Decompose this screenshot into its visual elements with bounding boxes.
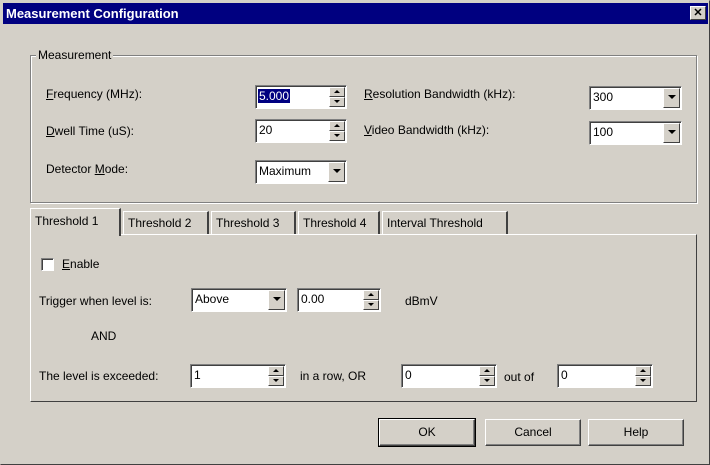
- dwell-time-spinner[interactable]: 20: [255, 119, 347, 143]
- dwell-time-label: Dwell Time (uS):: [46, 124, 135, 138]
- help-button[interactable]: Help: [588, 419, 684, 446]
- tab-threshold-3[interactable]: Threshold 3: [211, 211, 296, 234]
- out-of-spin-buttons[interactable]: [635, 366, 651, 386]
- close-button[interactable]: ✕: [690, 6, 706, 20]
- in-a-row-label: in a row, OR: [300, 369, 367, 383]
- trigger-mode-select[interactable]: Above: [191, 288, 287, 312]
- out-of-spinner[interactable]: 0: [557, 364, 653, 388]
- exceeded-label: The level is exceeded:: [39, 369, 159, 383]
- out-of-down-arrow-icon[interactable]: [635, 376, 651, 386]
- tab-threshold-4[interactable]: Threshold 4: [298, 211, 380, 234]
- out-of-value[interactable]: 0: [561, 368, 568, 382]
- detector-mode-label: Detector Mode:: [46, 162, 129, 176]
- resolution-bandwidth-value[interactable]: 300: [593, 90, 613, 104]
- tab-interval-threshold[interactable]: Interval Threshold: [382, 211, 508, 234]
- level-up-arrow-icon[interactable]: [363, 290, 379, 300]
- frequency-value[interactable]: 5.000: [258, 89, 291, 103]
- detector-mode-value[interactable]: Maximum: [259, 164, 311, 178]
- dwell-time-up-arrow-icon[interactable]: [329, 121, 345, 131]
- exceeded-count-value[interactable]: 1: [194, 368, 201, 382]
- trigger-label: Trigger when level is:: [39, 294, 152, 308]
- frequency-spinner[interactable]: 5.000: [255, 85, 347, 109]
- frequency-spin-buttons[interactable]: [329, 87, 345, 107]
- ok-button[interactable]: OK: [378, 418, 476, 447]
- measurement-configuration-dialog: Measurement Configuration ✕ Measurement …: [0, 0, 710, 465]
- cancel-button[interactable]: Cancel: [485, 419, 581, 446]
- dialog-title: Measurement Configuration: [6, 6, 179, 21]
- count-up-arrow-icon[interactable]: [479, 366, 495, 376]
- enable-checkbox[interactable]: [41, 258, 54, 271]
- count-down-arrow-icon[interactable]: [479, 376, 495, 386]
- measurement-group-label: Measurement: [36, 48, 114, 62]
- level-unit-label: dBmV: [405, 294, 438, 308]
- count-spinner[interactable]: 0: [401, 364, 497, 388]
- video-bandwidth-select[interactable]: 100: [589, 121, 682, 145]
- video-bandwidth-label: Video Bandwidth (kHz):: [364, 123, 490, 137]
- and-label: AND: [91, 329, 117, 343]
- exceeded-count-down-arrow-icon[interactable]: [268, 376, 284, 386]
- detector-mode-select[interactable]: Maximum: [255, 160, 347, 184]
- resolution-bandwidth-select[interactable]: 300: [589, 86, 682, 110]
- tab-threshold-2[interactable]: Threshold 2: [123, 211, 209, 234]
- level-spin-buttons[interactable]: [363, 290, 379, 310]
- trigger-mode-dropdown-arrow-icon[interactable]: [268, 290, 285, 310]
- exceeded-count-up-arrow-icon[interactable]: [268, 366, 284, 376]
- dwell-time-down-arrow-icon[interactable]: [329, 131, 345, 141]
- count-spin-buttons[interactable]: [479, 366, 495, 386]
- trigger-mode-value[interactable]: Above: [195, 292, 229, 306]
- video-bandwidth-value[interactable]: 100: [593, 125, 613, 139]
- frequency-down-arrow-icon[interactable]: [329, 97, 345, 107]
- resolution-bandwidth-label: Resolution Bandwidth (kHz):: [364, 87, 516, 101]
- video-bandwidth-dropdown-arrow-icon[interactable]: [663, 123, 680, 143]
- level-value[interactable]: 0.00: [301, 292, 324, 306]
- tab-threshold-1[interactable]: Threshold 1: [30, 208, 121, 236]
- title-bar[interactable]: Measurement Configuration ✕: [3, 3, 708, 24]
- enable-label[interactable]: Enable: [62, 257, 99, 271]
- exceeded-count-spinner[interactable]: 1: [190, 364, 286, 388]
- dwell-time-value[interactable]: 20: [259, 123, 272, 137]
- frequency-label: Frequency (MHz):: [46, 87, 143, 101]
- count-value[interactable]: 0: [405, 368, 412, 382]
- exceeded-count-spin-buttons[interactable]: [268, 366, 284, 386]
- level-spinner[interactable]: 0.00: [297, 288, 381, 312]
- level-down-arrow-icon[interactable]: [363, 300, 379, 310]
- dwell-time-spin-buttons[interactable]: [329, 121, 345, 141]
- out-of-label: out of: [504, 370, 535, 384]
- frequency-up-arrow-icon[interactable]: [329, 87, 345, 97]
- detector-mode-dropdown-arrow-icon[interactable]: [328, 162, 345, 182]
- close-icon: ✕: [693, 7, 703, 19]
- out-of-up-arrow-icon[interactable]: [635, 366, 651, 376]
- resolution-bandwidth-dropdown-arrow-icon[interactable]: [663, 88, 680, 108]
